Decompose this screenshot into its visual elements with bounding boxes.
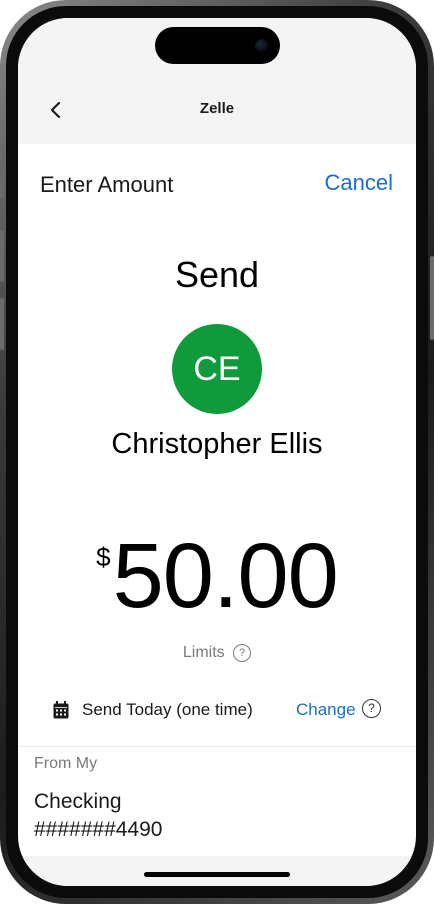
power-button [430,256,434,340]
avatar-initials: CE [193,349,241,388]
home-indicator[interactable] [144,872,290,877]
schedule-row: Send Today (one time) Change ? [18,698,416,724]
volume-up-button [0,230,4,282]
send-heading: Send [174,254,260,295]
action-button [0,172,4,198]
from-account-name[interactable]: Checking [34,790,122,814]
recipient-avatar: CE [172,324,262,414]
schedule-help-icon[interactable]: ? [362,699,381,718]
nav-title: Zelle [199,100,235,117]
currency-symbol: $ [96,542,111,572]
from-account-number[interactable]: #######4490 [34,818,162,842]
page-title: Enter Amount [40,172,174,197]
amount-value[interactable]: 50.00 [113,528,339,625]
volume-down-button [0,298,4,350]
recipient-name: Christopher Ellis [111,428,323,460]
amount-display[interactable]: $50.00 [18,528,416,625]
change-schedule-button[interactable]: Change [296,700,356,720]
limits-row: Limits ? [18,644,416,662]
header-row: Enter Amount Cancel [18,168,416,204]
from-account-label: From My [34,755,98,772]
schedule-label: Send Today (one time) [82,700,253,719]
app-screen: Zelle Enter Amount Cancel Send CE Christ… [18,18,416,886]
bottom-strip [18,856,416,886]
calendar-icon [53,701,69,719]
cancel-button[interactable]: Cancel [325,170,393,196]
limits-label: Limits [182,644,225,662]
front-camera [255,39,268,52]
divider [18,746,416,747]
limits-help-icon[interactable]: ? [233,644,252,662]
dynamic-island [155,27,280,64]
